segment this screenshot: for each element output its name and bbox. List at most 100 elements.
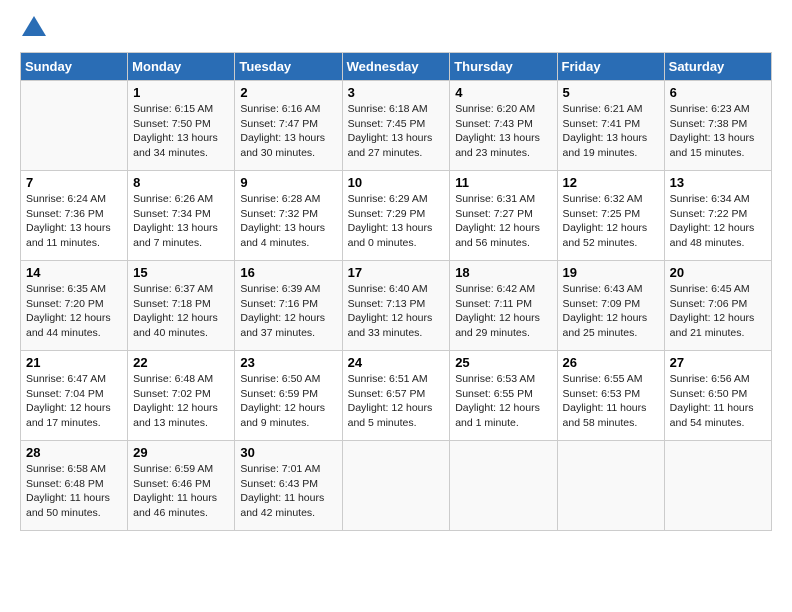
- day-number: 5: [563, 85, 659, 100]
- calendar-cell: 7 Sunrise: 6:24 AMSunset: 7:36 PMDaylight…: [21, 171, 128, 261]
- logo: [20, 20, 46, 36]
- calendar-cell: 11 Sunrise: 6:31 AMSunset: 7:27 PMDayligh…: [450, 171, 557, 261]
- day-number: 6: [670, 85, 766, 100]
- day-info: Sunrise: 6:16 AMSunset: 7:47 PMDaylight:…: [240, 103, 325, 159]
- day-info: Sunrise: 7:01 AMSunset: 6:43 PMDaylight:…: [240, 463, 324, 519]
- calendar-cell: [342, 441, 450, 531]
- day-number: 20: [670, 265, 766, 280]
- day-number: 13: [670, 175, 766, 190]
- day-number: 22: [133, 355, 229, 370]
- day-number: 7: [26, 175, 122, 190]
- calendar-cell: 17 Sunrise: 6:40 AMSunset: 7:13 PMDayligh…: [342, 261, 450, 351]
- calendar-cell: 14 Sunrise: 6:35 AMSunset: 7:20 PMDayligh…: [21, 261, 128, 351]
- day-info: Sunrise: 6:45 AMSunset: 7:06 PMDaylight:…: [670, 283, 755, 339]
- day-info: Sunrise: 6:43 AMSunset: 7:09 PMDaylight:…: [563, 283, 648, 339]
- col-header-thursday: Thursday: [450, 53, 557, 81]
- day-info: Sunrise: 6:56 AMSunset: 6:50 PMDaylight:…: [670, 373, 754, 429]
- day-info: Sunrise: 6:55 AMSunset: 6:53 PMDaylight:…: [563, 373, 647, 429]
- day-info: Sunrise: 6:47 AMSunset: 7:04 PMDaylight:…: [26, 373, 111, 429]
- calendar-cell: 13 Sunrise: 6:34 AMSunset: 7:22 PMDayligh…: [664, 171, 771, 261]
- day-number: 4: [455, 85, 551, 100]
- col-header-tuesday: Tuesday: [235, 53, 342, 81]
- calendar-cell: 28 Sunrise: 6:58 AMSunset: 6:48 PMDayligh…: [21, 441, 128, 531]
- day-number: 2: [240, 85, 336, 100]
- day-info: Sunrise: 6:23 AMSunset: 7:38 PMDaylight:…: [670, 103, 755, 159]
- day-number: 25: [455, 355, 551, 370]
- day-number: 14: [26, 265, 122, 280]
- day-info: Sunrise: 6:37 AMSunset: 7:18 PMDaylight:…: [133, 283, 218, 339]
- day-number: 11: [455, 175, 551, 190]
- day-info: Sunrise: 6:48 AMSunset: 7:02 PMDaylight:…: [133, 373, 218, 429]
- day-number: 28: [26, 445, 122, 460]
- calendar-cell: 19 Sunrise: 6:43 AMSunset: 7:09 PMDayligh…: [557, 261, 664, 351]
- day-info: Sunrise: 6:15 AMSunset: 7:50 PMDaylight:…: [133, 103, 218, 159]
- calendar-cell: 23 Sunrise: 6:50 AMSunset: 6:59 PMDayligh…: [235, 351, 342, 441]
- day-info: Sunrise: 6:21 AMSunset: 7:41 PMDaylight:…: [563, 103, 648, 159]
- day-info: Sunrise: 6:31 AMSunset: 7:27 PMDaylight:…: [455, 193, 540, 249]
- day-info: Sunrise: 6:26 AMSunset: 7:34 PMDaylight:…: [133, 193, 218, 249]
- day-number: 30: [240, 445, 336, 460]
- day-info: Sunrise: 6:58 AMSunset: 6:48 PMDaylight:…: [26, 463, 110, 519]
- calendar-cell: [21, 81, 128, 171]
- calendar-cell: 18 Sunrise: 6:42 AMSunset: 7:11 PMDayligh…: [450, 261, 557, 351]
- calendar-cell: 15 Sunrise: 6:37 AMSunset: 7:18 PMDayligh…: [128, 261, 235, 351]
- day-number: 18: [455, 265, 551, 280]
- calendar-cell: 8 Sunrise: 6:26 AMSunset: 7:34 PMDaylight…: [128, 171, 235, 261]
- day-number: 26: [563, 355, 659, 370]
- calendar-cell: 16 Sunrise: 6:39 AMSunset: 7:16 PMDayligh…: [235, 261, 342, 351]
- day-number: 10: [348, 175, 445, 190]
- calendar-cell: 4Sunrise: 6:20 AMSunset: 7:43 PMDaylight…: [450, 81, 557, 171]
- calendar-cell: 29 Sunrise: 6:59 AMSunset: 6:46 PMDayligh…: [128, 441, 235, 531]
- day-info: Sunrise: 6:59 AMSunset: 6:46 PMDaylight:…: [133, 463, 217, 519]
- calendar-cell: 27 Sunrise: 6:56 AMSunset: 6:50 PMDayligh…: [664, 351, 771, 441]
- day-number: 1: [133, 85, 229, 100]
- calendar-cell: 30 Sunrise: 7:01 AMSunset: 6:43 PMDayligh…: [235, 441, 342, 531]
- day-info: Sunrise: 6:42 AMSunset: 7:11 PMDaylight:…: [455, 283, 540, 339]
- day-info: Sunrise: 6:34 AMSunset: 7:22 PMDaylight:…: [670, 193, 755, 249]
- calendar-cell: 20 Sunrise: 6:45 AMSunset: 7:06 PMDayligh…: [664, 261, 771, 351]
- calendar-cell: 25 Sunrise: 6:53 AMSunset: 6:55 PMDayligh…: [450, 351, 557, 441]
- day-info: Sunrise: 6:51 AMSunset: 6:57 PMDaylight:…: [348, 373, 433, 429]
- calendar-cell: 5 Sunrise: 6:21 AMSunset: 7:41 PMDaylight…: [557, 81, 664, 171]
- col-header-wednesday: Wednesday: [342, 53, 450, 81]
- day-number: 19: [563, 265, 659, 280]
- calendar-cell: 22 Sunrise: 6:48 AMSunset: 7:02 PMDayligh…: [128, 351, 235, 441]
- col-header-sunday: Sunday: [21, 53, 128, 81]
- day-number: 12: [563, 175, 659, 190]
- day-number: 17: [348, 265, 445, 280]
- day-number: 29: [133, 445, 229, 460]
- day-number: 9: [240, 175, 336, 190]
- day-number: 23: [240, 355, 336, 370]
- col-header-monday: Monday: [128, 53, 235, 81]
- day-number: 16: [240, 265, 336, 280]
- calendar-cell: 9 Sunrise: 6:28 AMSunset: 7:32 PMDaylight…: [235, 171, 342, 261]
- calendar-cell: [557, 441, 664, 531]
- day-info: Sunrise: 6:50 AMSunset: 6:59 PMDaylight:…: [240, 373, 325, 429]
- day-number: 27: [670, 355, 766, 370]
- day-info: Sunrise: 6:35 AMSunset: 7:20 PMDaylight:…: [26, 283, 111, 339]
- calendar-cell: 24Sunrise: 6:51 AMSunset: 6:57 PMDayligh…: [342, 351, 450, 441]
- calendar-cell: [664, 441, 771, 531]
- calendar-cell: 10 Sunrise: 6:29 AMSunset: 7:29 PMDayligh…: [342, 171, 450, 261]
- day-info: Sunrise: 6:53 AMSunset: 6:55 PMDaylight:…: [455, 373, 540, 429]
- day-info: Sunrise: 6:24 AMSunset: 7:36 PMDaylight:…: [26, 193, 111, 249]
- col-header-saturday: Saturday: [664, 53, 771, 81]
- calendar-cell: 21 Sunrise: 6:47 AMSunset: 7:04 PMDayligh…: [21, 351, 128, 441]
- day-info: Sunrise: 6:40 AMSunset: 7:13 PMDaylight:…: [348, 283, 433, 339]
- day-number: 3: [348, 85, 445, 100]
- calendar-cell: [450, 441, 557, 531]
- calendar-cell: 2 Sunrise: 6:16 AMSunset: 7:47 PMDaylight…: [235, 81, 342, 171]
- day-number: 8: [133, 175, 229, 190]
- calendar-cell: 6 Sunrise: 6:23 AMSunset: 7:38 PMDaylight…: [664, 81, 771, 171]
- calendar-cell: 1 Sunrise: 6:15 AMSunset: 7:50 PMDaylight…: [128, 81, 235, 171]
- day-info: Sunrise: 6:32 AMSunset: 7:25 PMDaylight:…: [563, 193, 648, 249]
- col-header-friday: Friday: [557, 53, 664, 81]
- day-info: Sunrise: 6:29 AMSunset: 7:29 PMDaylight:…: [348, 193, 433, 249]
- calendar-cell: 12 Sunrise: 6:32 AMSunset: 7:25 PMDayligh…: [557, 171, 664, 261]
- day-info: Sunrise: 6:28 AMSunset: 7:32 PMDaylight:…: [240, 193, 325, 249]
- day-number: 21: [26, 355, 122, 370]
- day-number: 15: [133, 265, 229, 280]
- calendar-cell: 3Sunrise: 6:18 AMSunset: 7:45 PMDaylight…: [342, 81, 450, 171]
- day-info: Sunrise: 6:39 AMSunset: 7:16 PMDaylight:…: [240, 283, 325, 339]
- page-header: [20, 20, 772, 36]
